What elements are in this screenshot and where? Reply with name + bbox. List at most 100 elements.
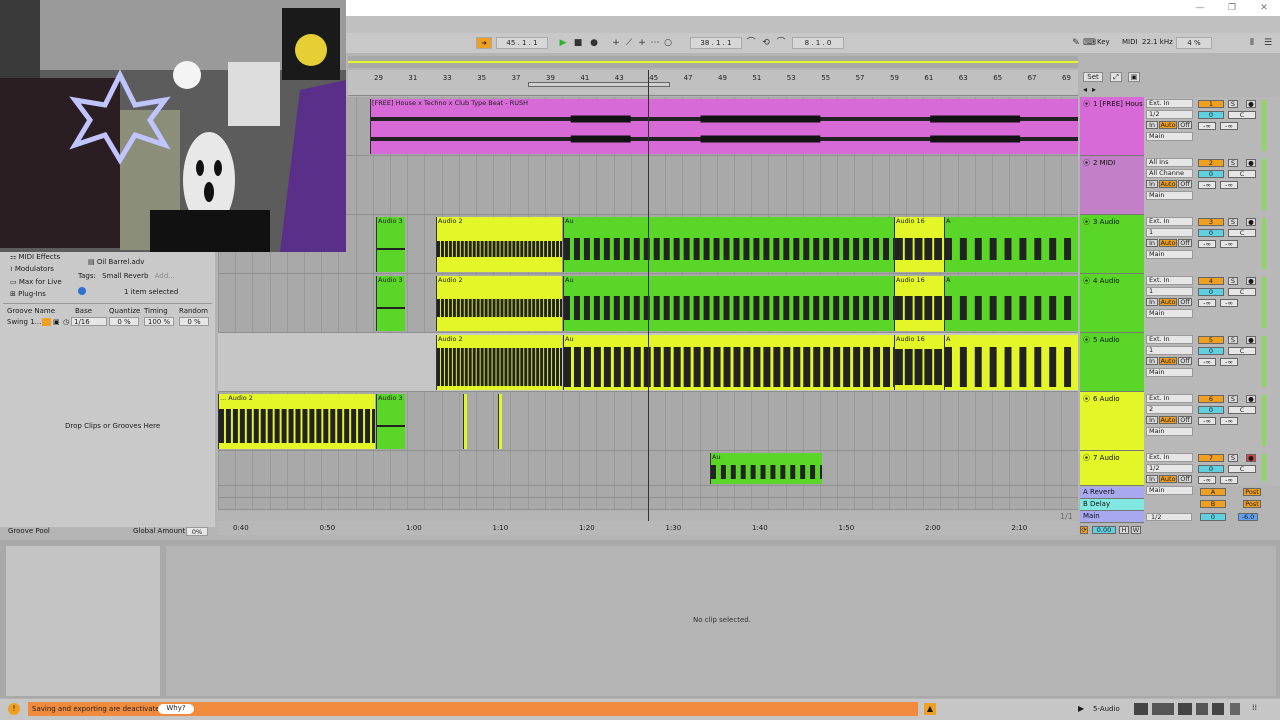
send-b[interactable]: -∞ <box>1220 299 1238 307</box>
track-header-6[interactable]: ⦿ 6 Audio <box>1080 392 1144 451</box>
output-select[interactable]: Main <box>1146 132 1193 141</box>
clip-audio2[interactable]: Audio 2 <box>436 276 562 331</box>
clip-audio2[interactable]: Audio 2 <box>436 335 562 390</box>
follow-small-icon[interactable]: ⟳ <box>1080 526 1088 534</box>
midi-map-button[interactable]: MIDI <box>1122 38 1138 46</box>
input-channel-select[interactable]: 1/2 <box>1146 464 1193 473</box>
solo-button[interactable]: S <box>1228 277 1238 285</box>
track-activator[interactable]: 6 <box>1198 395 1224 403</box>
session-record-icon[interactable]: ○ <box>662 37 674 49</box>
track-header-5[interactable]: ⦿ 5 Audio <box>1080 333 1144 392</box>
clip-group-tail[interactable]: A <box>944 276 1078 331</box>
send-a[interactable]: -∞ <box>1198 122 1216 130</box>
output-select[interactable]: Main <box>1146 486 1193 495</box>
send-b[interactable]: -∞ <box>1220 417 1238 425</box>
input-type-select[interactable]: All Ins <box>1146 158 1193 167</box>
pan-field[interactable]: C <box>1228 347 1256 355</box>
monitor-off[interactable]: Off <box>1178 416 1192 424</box>
send-a[interactable]: -∞ <box>1198 299 1216 307</box>
input-type-select[interactable]: Ext. In <box>1146 394 1193 403</box>
track-activator[interactable]: 1 <box>1198 100 1224 108</box>
arm-button[interactable]: ● <box>1246 395 1256 403</box>
monitor-off[interactable]: Off <box>1178 180 1192 188</box>
output-select[interactable]: Main <box>1146 427 1193 436</box>
clip-group-tail[interactable]: A <box>944 335 1078 390</box>
width-toggle[interactable]: W <box>1131 526 1141 534</box>
pan-field[interactable]: C <box>1228 406 1256 414</box>
monitor-off[interactable]: Off <box>1178 357 1192 365</box>
clip-audio2[interactable]: Audio 2 <box>436 217 562 272</box>
arm-button[interactable]: ● <box>1246 159 1256 167</box>
output-select[interactable]: Main <box>1146 191 1193 200</box>
record-icon[interactable]: ● <box>588 37 600 49</box>
track-activator[interactable]: 4 <box>1198 277 1224 285</box>
add-tag-input[interactable]: Add... <box>155 272 175 280</box>
clip-audio3[interactable]: Audio 3 <box>376 217 405 272</box>
overflow-icon[interactable]: ⁞⁞ <box>1252 703 1257 712</box>
clip-group-chops[interactable]: Au <box>710 453 822 484</box>
track-fold-icon[interactable]: ⦿ <box>1083 453 1090 463</box>
clip-group-chops[interactable]: Au <box>563 217 898 272</box>
main-header[interactable]: Main <box>1080 511 1144 523</box>
volume-field[interactable]: 0 <box>1198 288 1224 296</box>
track-fold-icon[interactable]: ⦿ <box>1083 335 1090 345</box>
clip-group-chops[interactable]: Au <box>563 335 898 390</box>
mixer-toggle-icon[interactable] <box>1152 703 1174 715</box>
output-select[interactable]: Main <box>1146 250 1193 259</box>
monitor-auto[interactable]: Auto <box>1159 180 1177 188</box>
clip-group-chops[interactable]: Au <box>563 276 898 331</box>
input-channel-select[interactable]: 1 <box>1146 287 1193 296</box>
volume-field[interactable]: 0 <box>1198 406 1224 414</box>
track-activator[interactable]: 7 <box>1198 454 1224 462</box>
solo-button[interactable]: S <box>1228 395 1238 403</box>
send-b[interactable]: -∞ <box>1220 181 1238 189</box>
scroll-left-icon[interactable]: ◂ <box>1083 85 1087 94</box>
minimize-icon[interactable]: — <box>1190 1 1210 15</box>
loop-length[interactable]: 8 . 1 . 0 <box>792 37 844 49</box>
track-fold-icon[interactable]: ⦿ <box>1083 217 1090 227</box>
expand-icon[interactable]: ⤢ <box>1110 72 1122 82</box>
stop-icon[interactable]: ■ <box>572 37 584 49</box>
monitor-auto[interactable]: Auto <box>1159 298 1177 306</box>
monitor-auto[interactable]: Auto <box>1159 121 1177 129</box>
monitor-off[interactable]: Off <box>1178 239 1192 247</box>
scroll-right-icon[interactable]: ▸ <box>1092 85 1096 94</box>
clip-audio16[interactable]: Audio 16 <box>894 217 944 272</box>
monitor-auto[interactable]: Auto <box>1159 357 1177 365</box>
key-map-icon[interactable]: ⌨ <box>1083 37 1096 49</box>
monitor-in[interactable]: In <box>1146 475 1158 483</box>
input-channel-select[interactable]: 1/2 <box>1146 110 1193 119</box>
punch-in-icon[interactable]: ⌒ <box>745 37 757 49</box>
track-fold-icon[interactable]: ⦿ <box>1083 394 1090 404</box>
track-fold-icon[interactable]: ⦿ <box>1083 158 1090 168</box>
groove-hot-swap-icon[interactable] <box>42 318 51 326</box>
groove-drop-zone[interactable]: Drop Clips or Grooves Here <box>65 422 160 430</box>
monitor-off[interactable]: Off <box>1178 475 1192 483</box>
monitor-auto[interactable]: Auto <box>1159 475 1177 483</box>
zoom-value[interactable]: 0.00 <box>1092 526 1116 534</box>
output-select[interactable]: Main <box>1146 309 1193 318</box>
height-toggle[interactable]: H <box>1119 526 1129 534</box>
volume-field[interactable]: 0 <box>1198 229 1224 237</box>
monitor-off[interactable]: Off <box>1178 298 1192 306</box>
send-b[interactable]: -∞ <box>1220 358 1238 366</box>
main-output-select[interactable]: 1/2 <box>1146 513 1192 521</box>
pan-field[interactable]: C <box>1228 170 1256 178</box>
beat-ruler[interactable]: 29 31 33 35 37 39 41 43 45 47 49 51 53 55 57 59 61 63 65 67… <box>348 70 1078 96</box>
volume-field[interactable]: 0 <box>1198 170 1224 178</box>
monitor-in[interactable]: In <box>1146 121 1158 129</box>
send-a[interactable]: -∞ <box>1198 417 1216 425</box>
category-midi-effects[interactable]: ⚏ MIDI Effects <box>10 253 60 261</box>
monitor-in[interactable]: In <box>1146 298 1158 306</box>
clip-audio16[interactable]: Audio 16 <box>894 276 944 331</box>
alert-icon[interactable]: ▲ <box>924 703 936 715</box>
input-type-select[interactable]: Ext. In <box>1146 99 1193 108</box>
pan-field[interactable]: C <box>1228 288 1256 296</box>
clip-audio3[interactable]: Audio 3 <box>376 394 405 449</box>
draw-mode-icon[interactable]: ✎ <box>1070 37 1082 49</box>
arm-button[interactable]: ● <box>1246 336 1256 344</box>
groove-quantize[interactable]: 0 % <box>109 317 139 326</box>
punch-out-icon[interactable]: ⌒ <box>775 37 787 49</box>
return-header-b[interactable]: B Delay <box>1080 499 1144 511</box>
arm-button[interactable]: ● <box>1246 218 1256 226</box>
